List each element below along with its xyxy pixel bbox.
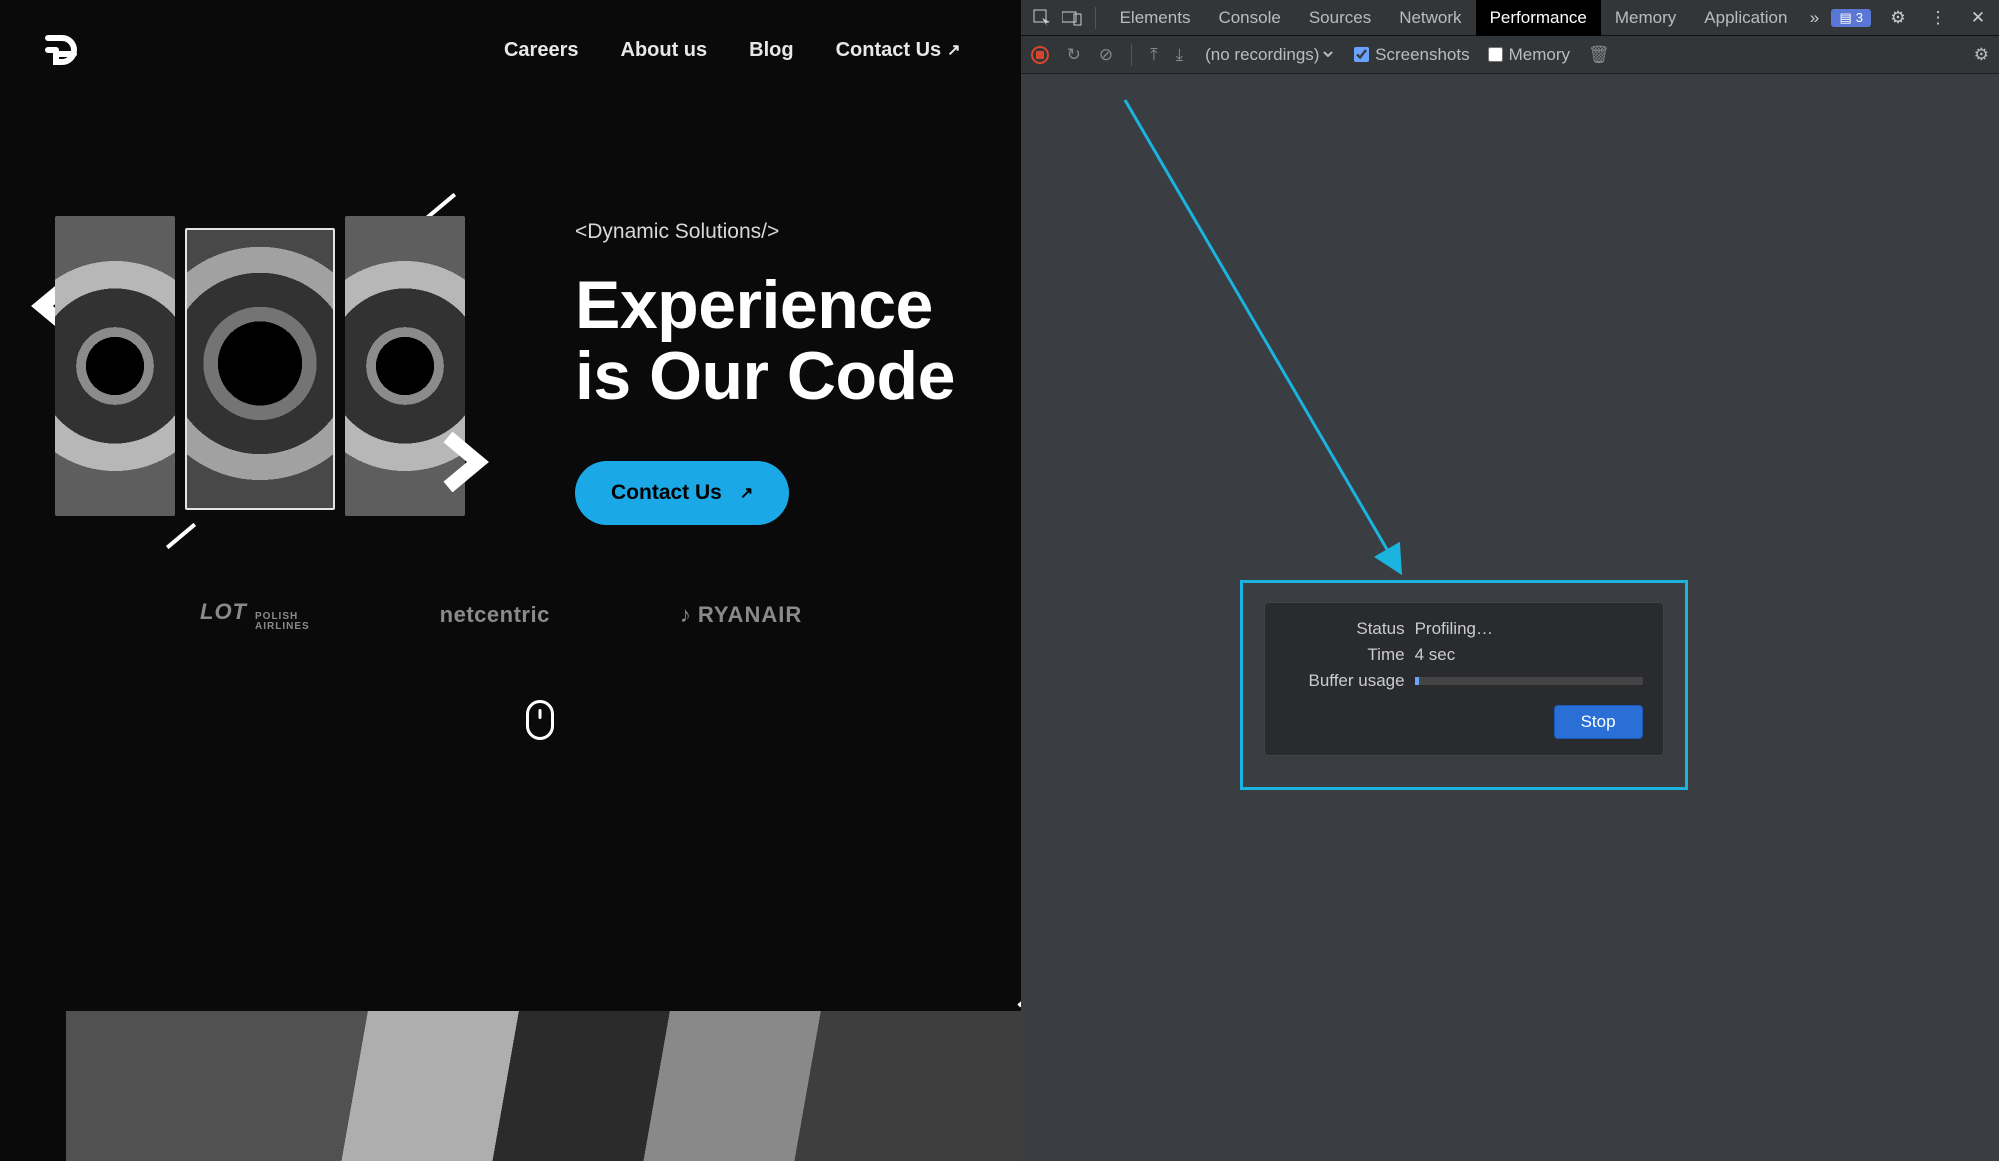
performance-panel-body: Status Profiling… Time 4 sec Buffer usag… xyxy=(1021,74,1999,1161)
contact-us-button[interactable]: Contact Us ↗ xyxy=(575,461,789,525)
tab-elements[interactable]: Elements xyxy=(1106,0,1205,36)
time-value: 4 sec xyxy=(1415,645,1456,665)
scroll-mouse-icon xyxy=(526,700,554,740)
divider xyxy=(1131,44,1132,66)
screenshots-checkbox[interactable]: Screenshots xyxy=(1354,45,1470,65)
main-nav: Careers About us Blog Contact Us ↗ xyxy=(504,39,961,62)
message-icon: ▤ xyxy=(1839,10,1851,26)
close-icon[interactable]: ✕ xyxy=(1965,5,1991,31)
logo-ryanair-text: RYANAIR xyxy=(698,602,802,628)
settings-gear-icon[interactable]: ⚙ xyxy=(1885,5,1911,31)
cta-label: Contact Us xyxy=(611,481,722,505)
time-label: Time xyxy=(1285,645,1405,665)
devtools-topbar: Elements Console Sources Network Perform… xyxy=(1021,0,1999,36)
more-tabs-icon[interactable]: » xyxy=(1801,5,1827,31)
performance-toolbar: ↻ ⊘ ⤒ ⤓ (no recordings) Screenshots Memo… xyxy=(1021,36,1999,74)
chrome-devtools: Elements Console Sources Network Perform… xyxy=(1021,0,1999,1161)
clear-icon[interactable]: ⊘ xyxy=(1099,45,1113,65)
site-header: Careers About us Blog Contact Us ↗ xyxy=(0,0,1021,90)
eye-image-center xyxy=(185,228,335,510)
buffer-usage-bar xyxy=(1415,677,1643,685)
console-messages-badge[interactable]: ▤ 3 xyxy=(1831,9,1871,27)
buffer-usage-label: Buffer usage xyxy=(1285,671,1405,691)
harp-icon: ♪ xyxy=(680,602,692,628)
logo-lot-main: LOT xyxy=(200,599,247,625)
nav-contact[interactable]: Contact Us ↗ xyxy=(836,39,961,62)
kebab-menu-icon[interactable]: ⋮ xyxy=(1925,5,1951,31)
logo-ryanair: ♪ RYANAIR xyxy=(680,602,802,628)
hero-graphic xyxy=(55,220,465,516)
tab-application[interactable]: Application xyxy=(1690,0,1801,36)
chevron-right-icon xyxy=(433,432,493,492)
stop-button[interactable]: Stop xyxy=(1554,705,1643,739)
tab-performance[interactable]: Performance xyxy=(1476,0,1601,36)
record-button-icon[interactable] xyxy=(1031,46,1049,64)
logo-lot-sub2: AIRLINES xyxy=(255,622,310,632)
devtools-tabs: Elements Console Sources Network Perform… xyxy=(1106,0,1828,36)
logo-lot: LOT POLISH AIRLINES xyxy=(200,599,310,632)
nav-blog[interactable]: Blog xyxy=(749,39,793,62)
status-value: Profiling… xyxy=(1415,619,1493,639)
memory-checkbox[interactable]: Memory xyxy=(1488,45,1570,65)
upload-icon[interactable]: ⤒ xyxy=(1150,45,1158,65)
tab-console[interactable]: Console xyxy=(1204,0,1294,36)
logo-netcentric: netcentric xyxy=(440,602,550,628)
tab-memory[interactable]: Memory xyxy=(1601,0,1690,36)
hero-tag: <Dynamic Solutions/> xyxy=(575,220,981,244)
buffer-usage-fill xyxy=(1415,677,1420,685)
site-logo[interactable] xyxy=(40,30,90,70)
reload-icon[interactable]: ↻ xyxy=(1067,45,1081,65)
hero-section: <Dynamic Solutions/> Experience is Our C… xyxy=(0,90,1021,525)
trash-icon[interactable]: 🗑 xyxy=(1588,45,1610,65)
annotation-arrow xyxy=(1051,100,1801,600)
hero-copy: <Dynamic Solutions/> Experience is Our C… xyxy=(575,220,981,525)
client-logos: LOT POLISH AIRLINES netcentric ♪ RYANAIR xyxy=(0,525,1021,632)
device-toolbar-icon[interactable] xyxy=(1059,5,1085,31)
status-label: Status xyxy=(1285,619,1405,639)
hero-headline: Experience is Our Code xyxy=(575,270,981,413)
secondary-image xyxy=(66,1011,1021,1161)
download-icon[interactable]: ⤓ xyxy=(1176,45,1184,65)
memory-label: Memory xyxy=(1509,45,1570,65)
screenshots-checkbox-input[interactable] xyxy=(1354,47,1369,62)
nav-careers[interactable]: Careers xyxy=(504,39,579,62)
external-arrow-icon: ↗ xyxy=(740,483,753,503)
external-arrow-icon: ↗ xyxy=(947,40,960,60)
settings-gear-icon[interactable]: ⚙ xyxy=(1974,45,1989,65)
nav-contact-label: Contact Us xyxy=(836,39,942,62)
website-page: Careers About us Blog Contact Us ↗ <Dyna… xyxy=(0,0,1021,1161)
messages-count: 3 xyxy=(1856,10,1863,25)
inspect-element-icon[interactable] xyxy=(1029,5,1055,31)
tab-network[interactable]: Network xyxy=(1385,0,1475,36)
screenshots-label: Screenshots xyxy=(1375,45,1470,65)
divider xyxy=(1095,7,1096,29)
memory-checkbox-input[interactable] xyxy=(1488,47,1503,62)
tab-sources[interactable]: Sources xyxy=(1295,0,1385,36)
eye-image-left xyxy=(55,216,175,516)
profiling-dialog: Status Profiling… Time 4 sec Buffer usag… xyxy=(1264,602,1664,756)
recordings-dropdown[interactable]: (no recordings) xyxy=(1201,44,1336,65)
nav-about[interactable]: About us xyxy=(621,39,708,62)
